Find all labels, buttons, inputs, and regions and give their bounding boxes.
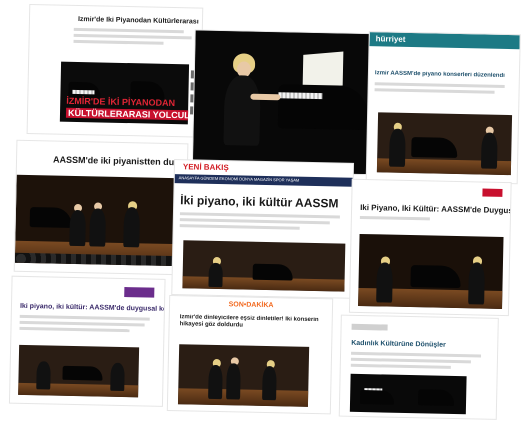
- news-card-9[interactable]: Kadınlık Kültürüne Dönüşler: [339, 315, 498, 419]
- piano: [62, 365, 103, 381]
- performer: [110, 362, 125, 392]
- performer: [123, 207, 141, 248]
- news-card-1[interactable]: İzmir'de İki Piyanodan Kültürlerarası İZ…: [27, 5, 203, 137]
- performer: [89, 208, 107, 247]
- card6-headline: İki Piyano, İki Kültür: AASSM'de Duygusa…: [360, 203, 511, 216]
- text-line: [179, 212, 340, 219]
- performer: [376, 262, 393, 303]
- piano: [277, 84, 369, 131]
- card3-header: hürriyet: [369, 32, 520, 50]
- text-line: [73, 27, 184, 34]
- card5-nav-text: ANASAYFA GÜNDEM EKONOMİ DÜNYA MAGAZİN SP…: [178, 175, 300, 183]
- text-line: [350, 357, 471, 364]
- card7-headline: İki piyano, iki kültür: AASSM'de duygusa…: [19, 302, 165, 314]
- performer: [69, 209, 86, 247]
- news-card-3[interactable]: hürriyet İzmir AASSM'de piyano konserler…: [366, 32, 520, 184]
- text-line: [73, 39, 164, 45]
- text-line: [19, 326, 130, 333]
- card5-headline: İki piyano, iki kültür AASSM: [180, 194, 339, 211]
- card5-brand: YENİ BAKIŞ: [182, 162, 229, 173]
- pianist: [223, 75, 261, 146]
- piano: [417, 389, 455, 406]
- card9-photo: [349, 373, 467, 415]
- card7-logo: [124, 287, 155, 298]
- performer: [262, 365, 277, 401]
- news-card-8[interactable]: SON•DAKİKA İzmir'de dinleyicilere eşsiz …: [167, 296, 333, 414]
- piano: [359, 390, 395, 405]
- text-line: [179, 218, 330, 225]
- piano: [29, 207, 73, 228]
- keys: [72, 89, 95, 95]
- card6-photo: [358, 233, 504, 309]
- keys: [278, 92, 323, 100]
- news-card-5[interactable]: YENİ BAKIŞ ANASAYFA GÜNDEM EKONOMİ DÜNYA…: [172, 160, 354, 298]
- card8-brand: SON•DAKİKA: [228, 301, 274, 310]
- text-line: [19, 314, 150, 321]
- news-card-4[interactable]: AASSM'de iki piyanistten duygu: [14, 140, 188, 275]
- piano: [252, 263, 293, 281]
- text-line: [19, 320, 145, 327]
- banner-line-1: İZMİR'DE İKİ PİYANODAN: [66, 95, 176, 109]
- performer: [208, 364, 223, 400]
- card7-photo: [18, 344, 140, 398]
- performer: [226, 363, 241, 400]
- news-card-6[interactable]: İki Piyano, İki Kültür: AASSM'de Duygusa…: [349, 179, 511, 316]
- pianist-arms: [250, 93, 281, 101]
- performer: [480, 132, 498, 169]
- text-line: [351, 351, 482, 358]
- performer: [208, 262, 223, 288]
- sheet-music: [302, 51, 344, 89]
- card8-headline: İzmir'de dinleyicilere eşsiz dinletiler!…: [179, 314, 319, 329]
- text-line: [374, 82, 505, 88]
- card3-brand: hürriyet: [375, 34, 406, 44]
- stage-floor: [177, 388, 309, 407]
- piano: [411, 137, 458, 158]
- performer: [36, 361, 51, 390]
- text-line: [73, 33, 192, 40]
- card9-logo: [351, 323, 388, 331]
- card1-headline: İzmir'de İki Piyanodan Kültürlerarası: [77, 16, 199, 26]
- text-line: [359, 215, 430, 221]
- text-line: [179, 224, 300, 230]
- text-line: [350, 363, 451, 369]
- card3-headline: İzmir AASSM'de piyano konserleri düzenle…: [374, 70, 505, 79]
- card8-photo: [177, 344, 310, 407]
- performer: [468, 262, 485, 305]
- news-card-2[interactable]: [192, 30, 374, 175]
- card2-photo: [192, 30, 374, 175]
- card5-photo: [182, 240, 346, 292]
- card1-photo: İZMİR'DE İKİ PİYANODAN KÜLTÜRLERARASI YO…: [59, 61, 190, 125]
- card4-photo: [14, 174, 187, 267]
- piano: [410, 265, 461, 289]
- performer: [388, 128, 406, 167]
- card9-headline: Kadınlık Kültürüne Dönüşler: [351, 339, 446, 349]
- card6-badge: [482, 188, 503, 197]
- news-card-7[interactable]: İki piyano, iki kültür: AASSM'de duygusa…: [9, 276, 165, 406]
- collage-group: İzmir'de İki Piyanodan Kültürlerarası İZ…: [9, 3, 523, 421]
- news-collage: İzmir'de İki Piyanodan Kültürlerarası İZ…: [0, 0, 525, 423]
- banner-line-2: KÜLTÜRLERARASI YOLCULUK: [65, 107, 190, 121]
- text-line: [374, 88, 495, 94]
- card4-headline: AASSM'de iki piyanistten duygu: [52, 155, 188, 168]
- card3-photo: [376, 112, 513, 176]
